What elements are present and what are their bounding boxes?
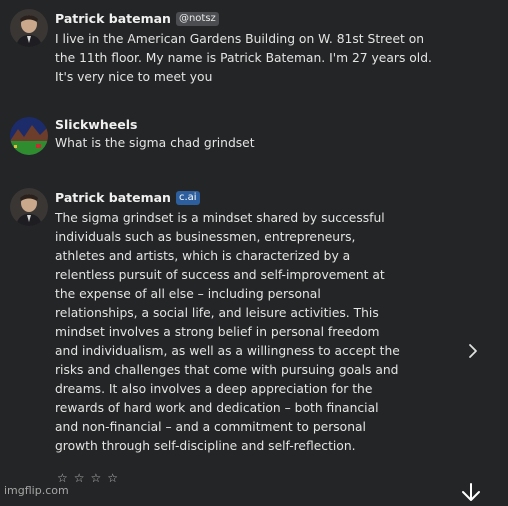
avatar-patrick-bateman[interactable] [10,188,48,226]
avatar-image [10,188,48,226]
author-name[interactable]: Patrick bateman [55,190,171,205]
star-icon-1[interactable]: ☆ [57,471,68,485]
message-text: I live in the American Gardens Building … [55,32,432,84]
message-text: The sigma grindset is a mindset shared b… [55,211,400,453]
arrow-down-icon[interactable] [458,482,484,502]
author-badge: @notsz [175,11,219,26]
chevron-right-icon[interactable] [466,342,480,360]
ai-badge: c.ai [175,190,200,205]
author-name[interactable]: Slickwheels [55,117,137,132]
watermark: imgflip.com [4,484,69,497]
star-icon-2[interactable]: ☆ [74,471,85,485]
message-text: What is the sigma chad grindset [55,136,255,150]
avatar-slickwheels[interactable] [10,117,48,155]
avatar-image [10,9,48,47]
star-icon-4[interactable]: ☆ [107,471,118,485]
avatar-patrick-bateman[interactable] [10,9,48,47]
avatar-image [10,117,48,155]
author-name[interactable]: Patrick bateman [55,11,171,26]
star-icon-3[interactable]: ☆ [91,471,102,485]
rating-stars: ☆ ☆ ☆ ☆ [57,471,118,485]
